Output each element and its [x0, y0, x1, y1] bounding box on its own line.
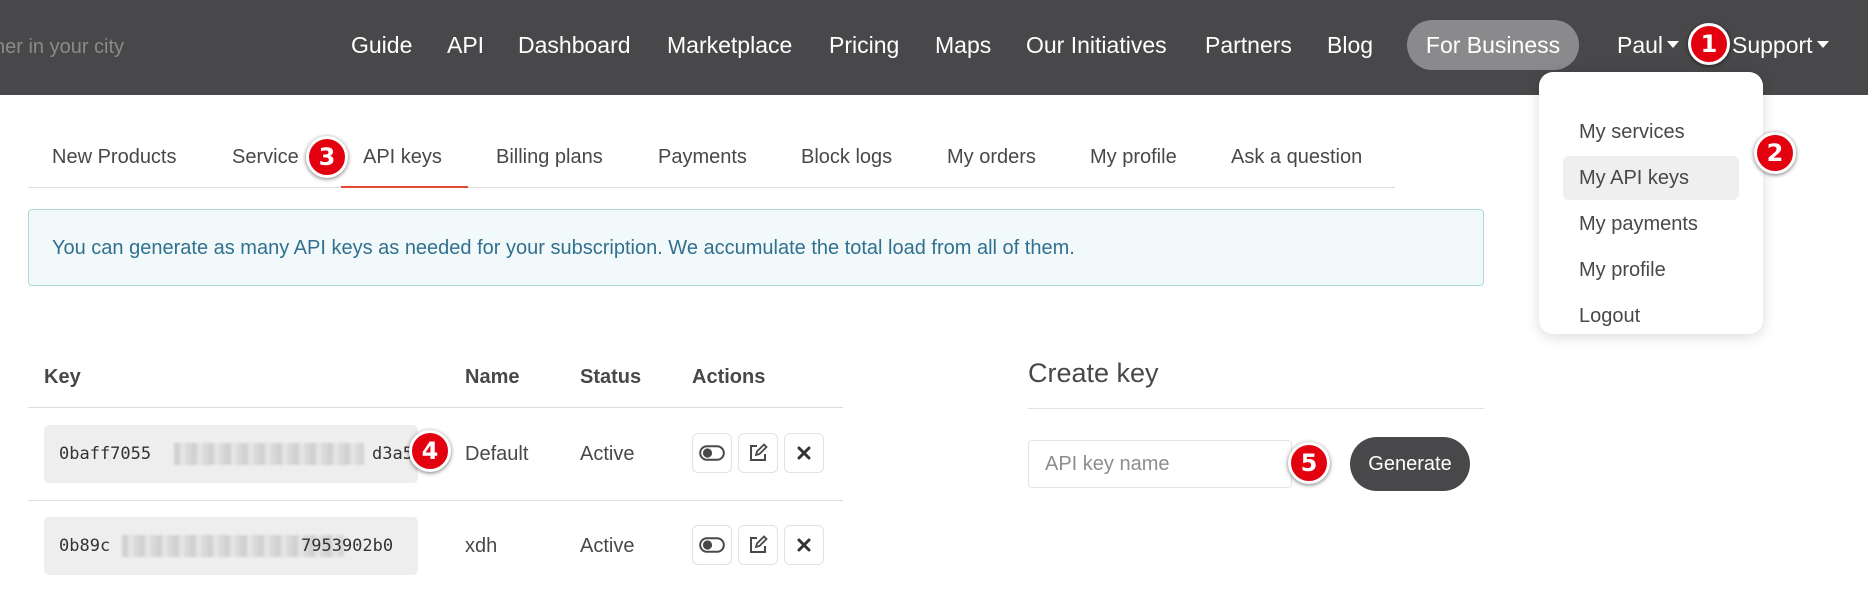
- menu-item-logout[interactable]: Logout: [1563, 294, 1739, 338]
- key-name: xdh: [465, 535, 498, 557]
- key-status: Active: [580, 535, 635, 557]
- active-tab-indicator: [341, 186, 468, 188]
- toggle-key-button[interactable]: [692, 433, 732, 473]
- nav-blog[interactable]: Blog: [1327, 30, 1373, 60]
- for-business-label: For Business: [1425, 31, 1561, 58]
- caret-down-icon: [1816, 41, 1829, 49]
- for-business-button[interactable]: For Business: [1407, 20, 1579, 70]
- tab-ask-a-question[interactable]: Ask a question: [1231, 146, 1362, 169]
- toggle-icon: [699, 537, 725, 553]
- edit-icon: [750, 443, 768, 461]
- menu-item-my-payments[interactable]: My payments: [1563, 202, 1739, 246]
- caret-down-icon: [1667, 41, 1680, 49]
- city-search-input[interactable]: [0, 31, 200, 63]
- api-key-value[interactable]: 0b89c 7953902b0: [44, 517, 418, 575]
- delete-key-button[interactable]: [784, 525, 824, 565]
- user-dropdown-menu: My services My API keys My payments My p…: [1539, 72, 1763, 334]
- nav-guide[interactable]: Guide: [351, 30, 412, 60]
- step-badge-1: 1: [1688, 23, 1730, 65]
- toggle-icon: [699, 445, 725, 461]
- user-name: Paul: [1617, 32, 1664, 58]
- api-key-start: 0baff7055: [59, 444, 152, 464]
- tab-my-orders[interactable]: My orders: [947, 146, 1036, 169]
- column-header-name: Name: [465, 366, 520, 388]
- column-header-status: Status: [580, 366, 642, 388]
- menu-item-my-api-keys[interactable]: My API keys: [1563, 156, 1739, 200]
- create-key-divider: [1028, 408, 1484, 409]
- table-row-divider: [28, 500, 843, 501]
- step-badge-3: 3: [306, 136, 348, 178]
- tab-block-logs[interactable]: Block logs: [801, 146, 892, 169]
- api-key-start: 0b89c: [59, 536, 111, 556]
- nav-partners[interactable]: Partners: [1205, 30, 1292, 60]
- key-name: Default: [465, 443, 529, 465]
- api-key-value[interactable]: 0baff7055 d3a5: [44, 425, 418, 483]
- close-icon: [797, 538, 811, 552]
- nav-dashboard[interactable]: Dashboard: [518, 30, 631, 60]
- key-status: Active: [580, 443, 635, 465]
- nav-pricing[interactable]: Pricing: [829, 30, 899, 60]
- edit-icon: [750, 535, 768, 553]
- column-header-actions: Actions: [692, 366, 766, 388]
- create-key-title: Create key: [1028, 358, 1159, 388]
- step-badge-5: 5: [1288, 442, 1330, 484]
- tab-new-products[interactable]: New Products: [52, 146, 177, 169]
- toggle-key-button[interactable]: [692, 525, 732, 565]
- support-menu-toggle[interactable]: Support: [1732, 30, 1829, 60]
- info-alert: You can generate as many API keys as nee…: [28, 209, 1484, 286]
- delete-key-button[interactable]: [784, 433, 824, 473]
- column-header-key: Key: [44, 366, 81, 388]
- step-badge-2: 2: [1754, 132, 1796, 174]
- info-alert-text: You can generate as many API keys as nee…: [52, 237, 1075, 259]
- tab-payments[interactable]: Payments: [658, 146, 747, 169]
- account-tabs: New Products Service API keys Billing pl…: [28, 132, 1395, 188]
- generate-button-label: Generate: [1368, 452, 1452, 475]
- nav-marketplace[interactable]: Marketplace: [667, 30, 792, 60]
- menu-item-my-profile[interactable]: My profile: [1563, 248, 1739, 292]
- generate-button[interactable]: Generate: [1350, 437, 1470, 491]
- api-key-end: 7953902b0: [301, 536, 394, 556]
- api-key-end: d3a5: [372, 444, 413, 464]
- nav-our-initiatives[interactable]: Our Initiatives: [1026, 30, 1167, 60]
- redacted-key-section: [174, 443, 364, 465]
- tab-api-keys[interactable]: API keys: [363, 146, 442, 169]
- tab-my-profile[interactable]: My profile: [1090, 146, 1177, 169]
- nav-maps[interactable]: Maps: [935, 30, 991, 60]
- edit-key-button[interactable]: [738, 433, 778, 473]
- support-label: Support: [1732, 32, 1813, 58]
- tab-service[interactable]: Service: [232, 146, 299, 169]
- step-badge-4: 4: [409, 430, 451, 472]
- close-icon: [797, 446, 811, 460]
- tab-billing-plans[interactable]: Billing plans: [496, 146, 603, 169]
- nav-api[interactable]: API: [447, 30, 484, 60]
- menu-item-my-services[interactable]: My services: [1563, 110, 1739, 154]
- table-header-divider: [28, 407, 843, 408]
- api-key-name-input[interactable]: [1028, 440, 1292, 488]
- edit-key-button[interactable]: [738, 525, 778, 565]
- user-menu-toggle[interactable]: Paul: [1617, 30, 1680, 60]
